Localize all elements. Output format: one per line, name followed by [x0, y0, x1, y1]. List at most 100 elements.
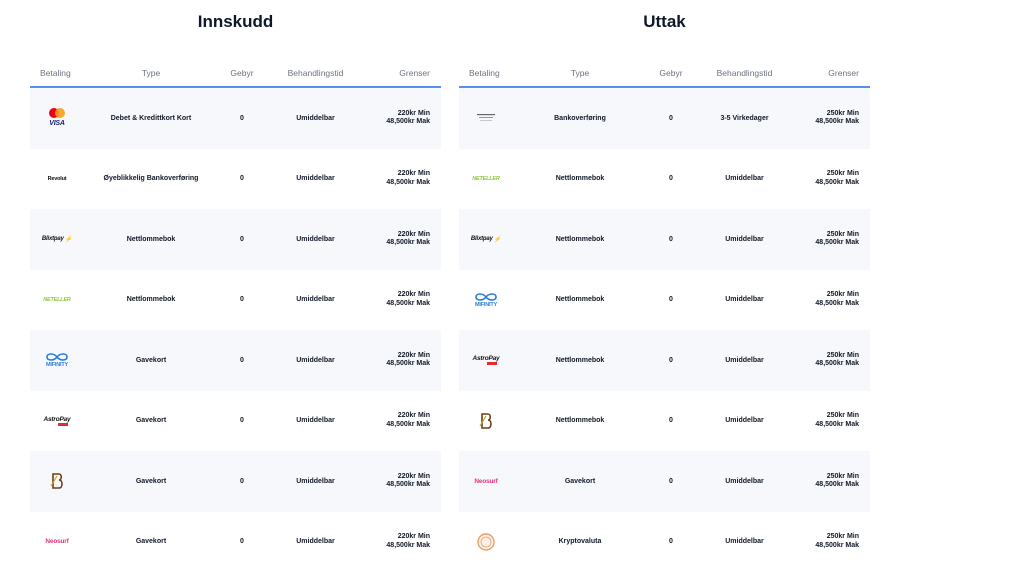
limits-cell: 220kr Min48,500kr Mak [363, 352, 441, 369]
processing-time-cell: Umiddelbar [268, 115, 363, 122]
processing-time-cell: Umiddelbar [697, 236, 792, 243]
limits-cell: 250kr Min48,500kr Mak [792, 231, 870, 248]
fee-cell: 0 [645, 538, 697, 545]
blixtpay-logo: Blixtpay⚡ [469, 226, 503, 252]
limit-max: 48,500kr Mak [363, 542, 430, 551]
neosurf-logo: Neosurf [469, 468, 503, 494]
deposits-table-body: VISADebet & Kredittkort Kort0Umiddelbar2… [30, 88, 441, 572]
limit-max: 48,500kr Mak [363, 481, 430, 490]
neteller-logo: NETELLER [469, 166, 503, 192]
astropay-logo: AstroPay [469, 347, 503, 373]
table-row: NeosurfGavekort0Umiddelbar250kr Min48,50… [459, 451, 870, 512]
bank-transfer-logo [469, 105, 503, 131]
withdrawals-table-header: Betaling Type Gebyr Behandlingstid Grens… [459, 60, 870, 88]
type-cell: Gavekort [86, 538, 216, 545]
mifinity-logo: MIFINITY [40, 347, 74, 373]
limit-max: 48,500kr Mak [363, 300, 430, 309]
limit-max: 48,500kr Mak [363, 421, 430, 430]
table-row: Nettlommebok0Umiddelbar250kr Min48,500kr… [459, 391, 870, 452]
type-cell: Nettlommebok [515, 417, 645, 424]
processing-time-cell: Umiddelbar [268, 417, 363, 424]
table-row: NETELLERNettlommebok0Umiddelbar250kr Min… [459, 149, 870, 210]
visa-wordmark: VISA [49, 120, 65, 127]
payment-method-cell: AstroPay [459, 347, 515, 373]
processing-time-cell: Umiddelbar [268, 175, 363, 182]
limit-min: 250kr Min [792, 231, 859, 240]
limit-min: 220kr Min [363, 533, 430, 542]
fee-cell: 0 [216, 296, 268, 303]
limit-max: 48,500kr Mak [792, 118, 859, 127]
table-row: RevolutØyeblikkelig Bankoverføring0Umidd… [30, 149, 441, 210]
table-row: NETELLERNettlommebok0Umiddelbar220kr Min… [30, 270, 441, 331]
limits-cell: 220kr Min48,500kr Mak [363, 412, 441, 429]
astropay-badge [487, 362, 497, 365]
limit-max: 48,500kr Mak [363, 239, 430, 248]
blixtpay-bolt-icon: ⚡ [65, 236, 72, 243]
limit-max: 48,500kr Mak [792, 179, 859, 188]
processing-time-cell: 3-5 Virkedager [697, 115, 792, 122]
b-coin-logo [469, 408, 503, 434]
blixtpay-logo: Blixtpay⚡ [40, 226, 74, 252]
table-row: Blixtpay⚡Nettlommebok0Umiddelbar220kr Mi… [30, 209, 441, 270]
header-processing-time: Behandlingstid [268, 68, 363, 78]
limit-max: 48,500kr Mak [792, 300, 859, 309]
header-payment: Betaling [30, 68, 86, 78]
type-cell: Nettlommebok [515, 357, 645, 364]
payment-method-cell: AstroPay [30, 408, 86, 434]
table-row: Gavekort0Umiddelbar220kr Min48,500kr Mak [30, 451, 441, 512]
limit-min: 250kr Min [792, 412, 859, 421]
table-row: Blixtpay⚡Nettlommebok0Umiddelbar250kr Mi… [459, 209, 870, 270]
limit-max: 48,500kr Mak [792, 421, 859, 430]
table-row: AstroPayGavekort0Umiddelbar220kr Min48,5… [30, 391, 441, 452]
limit-max: 48,500kr Mak [792, 542, 859, 551]
header-fee: Gebyr [216, 68, 268, 78]
limit-min: 220kr Min [363, 473, 430, 482]
payment-method-cell: Neosurf [30, 529, 86, 555]
limit-max: 48,500kr Mak [792, 360, 859, 369]
payment-method-cell: Blixtpay⚡ [30, 226, 86, 252]
processing-time-cell: Umiddelbar [697, 296, 792, 303]
fee-cell: 0 [216, 357, 268, 364]
withdrawals-title: Uttak [459, 12, 870, 32]
processing-time-cell: Umiddelbar [697, 357, 792, 364]
table-row: NeosurfGavekort0Umiddelbar220kr Min48,50… [30, 512, 441, 572]
limit-min: 250kr Min [792, 110, 859, 119]
payment-method-cell: NETELLER [30, 287, 86, 313]
type-cell: Gavekort [86, 417, 216, 424]
payment-method-cell [459, 105, 515, 131]
fee-cell: 0 [645, 236, 697, 243]
limit-min: 220kr Min [363, 352, 430, 361]
fee-cell: 0 [216, 175, 268, 182]
fee-cell: 0 [645, 357, 697, 364]
crypto-logo [469, 529, 503, 555]
payment-method-cell: Blixtpay⚡ [459, 226, 515, 252]
fee-cell: 0 [216, 115, 268, 122]
withdrawals-table-body: Bankoverføring03-5 Virkedager250kr Min48… [459, 88, 870, 572]
neosurf-logo: Neosurf [40, 529, 74, 555]
type-cell: Bankoverføring [515, 115, 645, 122]
type-cell: Kryptovaluta [515, 538, 645, 545]
header-type: Type [86, 68, 216, 78]
processing-time-cell: Umiddelbar [697, 538, 792, 545]
limits-cell: 220kr Min48,500kr Mak [363, 170, 441, 187]
limit-max: 48,500kr Mak [363, 179, 430, 188]
fee-cell: 0 [216, 417, 268, 424]
limits-cell: 250kr Min48,500kr Mak [792, 352, 870, 369]
limits-cell: 250kr Min48,500kr Mak [792, 170, 870, 187]
payment-method-cell [30, 468, 86, 494]
limits-cell: 250kr Min48,500kr Mak [792, 291, 870, 308]
fee-cell: 0 [216, 538, 268, 545]
processing-time-cell: Umiddelbar [268, 478, 363, 485]
mastercard-visa-logo: VISA [40, 105, 74, 131]
processing-time-cell: Umiddelbar [268, 296, 363, 303]
payment-method-cell: Neosurf [459, 468, 515, 494]
limit-min: 220kr Min [363, 412, 430, 421]
fee-cell: 0 [645, 175, 697, 182]
fee-cell: 0 [645, 478, 697, 485]
limits-cell: 220kr Min48,500kr Mak [363, 110, 441, 127]
processing-time-cell: Umiddelbar [697, 478, 792, 485]
header-limits: Grenser [363, 68, 441, 78]
type-cell: Øyeblikkelig Bankoverføring [86, 175, 216, 182]
table-row: VISADebet & Kredittkort Kort0Umiddelbar2… [30, 88, 441, 149]
limit-min: 220kr Min [363, 110, 430, 119]
